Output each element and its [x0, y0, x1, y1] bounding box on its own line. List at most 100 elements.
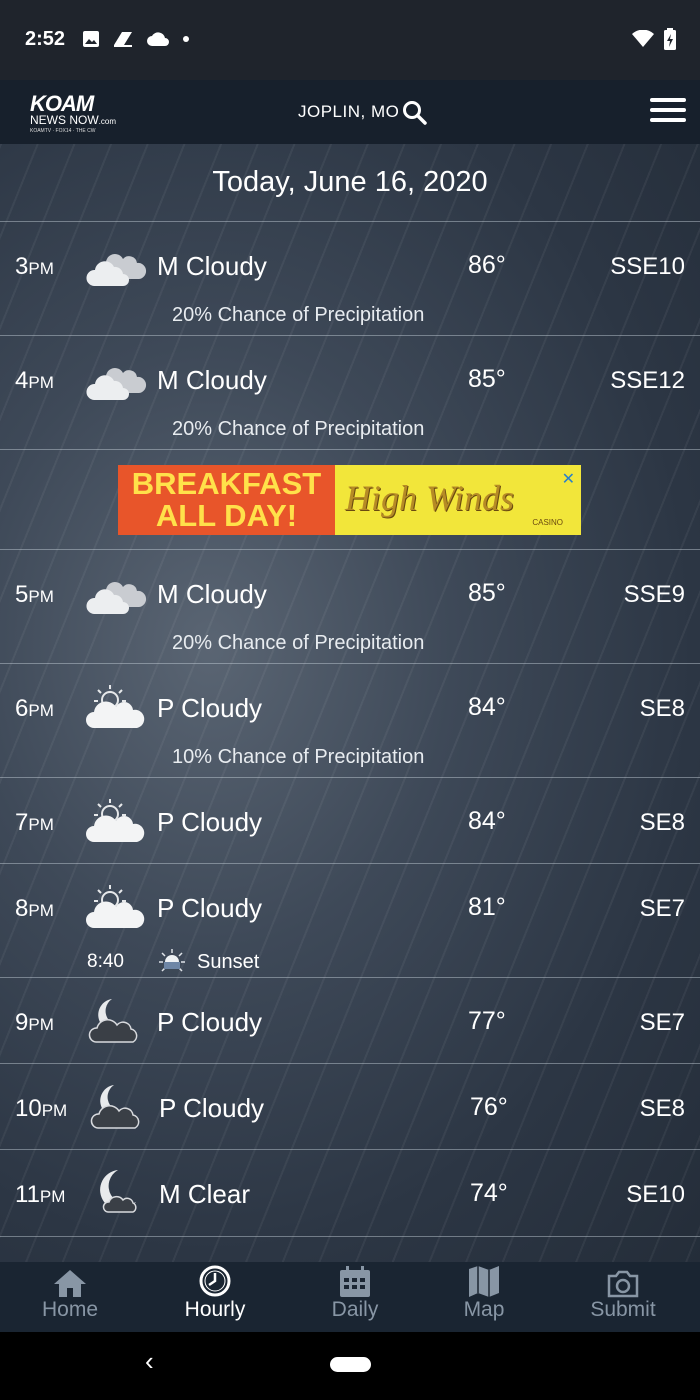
condition-label: P Cloudy — [157, 1007, 263, 1037]
precipitation-chance: 20% Chance of Precipitation — [172, 304, 425, 326]
condition-label: M Cloudy — [157, 251, 267, 281]
tab-hourly[interactable]: Hourly — [165, 1262, 265, 1332]
condition-label: P Cloudy — [157, 893, 263, 923]
back-icon[interactable]: ‹ — [145, 1346, 154, 1377]
hourly-row[interactable]: 11PM M Clear 74° SE10 — [0, 1149, 700, 1237]
search-icon[interactable] — [402, 100, 428, 126]
wind-label: SSE10 — [610, 253, 685, 280]
temperature: 85° — [468, 579, 506, 607]
hour-label: 11PM — [15, 1181, 66, 1208]
calendar-icon — [340, 1266, 370, 1297]
condition-label: M Cloudy — [157, 579, 267, 609]
battery-icon — [664, 28, 676, 50]
partly-cloudy-night-icon — [86, 996, 148, 1044]
logo-tagline: KOAMTV · FOX14 · THE CW — [30, 128, 96, 134]
logo-text: KOAM — [30, 91, 94, 116]
wind-label: SE7 — [639, 895, 685, 922]
sunset-time: 8:40 — [87, 951, 124, 972]
koam-logo[interactable]: KOAM NEWS NOW.com KOAMTV · FOX14 · THE C… — [30, 91, 118, 135]
tab-label: Hourly — [184, 1298, 246, 1321]
ad-brand-panel: High Winds CASINO ✕ — [335, 465, 581, 535]
temperature: 81° — [468, 893, 506, 921]
advertisement-banner[interactable]: BREAKFAST ALL DAY! High Winds CASINO ✕ — [118, 465, 581, 535]
hour-label: 8PM — [15, 895, 54, 922]
sunset-icon — [159, 949, 185, 972]
hourly-row[interactable]: 10PM P Cloudy 76° SE8 — [0, 1063, 700, 1150]
system-icons — [632, 28, 676, 50]
condition-label: M Cloudy — [157, 365, 267, 395]
hour-label: 4PM — [15, 367, 54, 394]
partly-cloudy-night-icon — [88, 1082, 150, 1130]
wind-label: SE10 — [626, 1181, 685, 1208]
temperature: 74° — [470, 1179, 508, 1207]
wind-label: SSE12 — [610, 367, 685, 394]
temperature: 86° — [468, 251, 506, 279]
image-notification-icon — [83, 31, 99, 47]
wind-label: SE7 — [639, 1009, 685, 1036]
ad-close-icon[interactable]: ✕ — [562, 469, 575, 489]
condition-label: P Cloudy — [159, 1093, 265, 1123]
mostly-cloudy-icon — [86, 570, 148, 618]
page-title: Today, June 16, 2020 — [212, 166, 488, 198]
map-icon — [469, 1266, 499, 1297]
ad-breakfast-text: BREAKFAST ALL DAY! — [118, 465, 335, 535]
hourly-row[interactable]: 9PM P Cloudy 77° SE7 — [0, 977, 700, 1064]
tab-submit[interactable]: Submit — [573, 1262, 673, 1332]
news-app-notification-icon — [114, 32, 132, 47]
home-gesture-pill[interactable] — [330, 1357, 371, 1372]
temperature: 84° — [468, 693, 506, 721]
hamburger-menu-icon[interactable] — [650, 98, 686, 124]
temperature: 77° — [468, 1007, 506, 1035]
temperature: 84° — [468, 807, 506, 835]
precipitation-chance: 20% Chance of Precipitation — [172, 632, 425, 654]
hour-label: 7PM — [15, 809, 54, 836]
status-bar: 2:52 — [0, 0, 700, 80]
hourly-row[interactable]: 3PM M Cloudy 86° SSE10 20% Chance of Pre… — [0, 221, 700, 336]
status-time: 2:52 — [25, 28, 66, 50]
hourly-row[interactable]: 4PM M Cloudy 85° SSE12 20% Chance of Pre… — [0, 335, 700, 450]
tab-home[interactable]: Home — [20, 1262, 120, 1332]
hour-label: 3PM — [15, 253, 54, 280]
partly-cloudy-day-icon — [86, 684, 148, 732]
hour-label: 5PM — [15, 581, 54, 608]
precipitation-chance: 20% Chance of Precipitation — [172, 418, 425, 440]
sunset-label: Sunset — [197, 951, 260, 973]
condition-label: P Cloudy — [157, 807, 263, 837]
home-icon — [54, 1270, 86, 1297]
hour-label: 6PM — [15, 695, 54, 722]
tab-label: Map — [463, 1298, 505, 1321]
mostly-clear-night-icon — [88, 1168, 150, 1216]
temperature: 85° — [468, 365, 506, 393]
ad-brand-sub: CASINO — [532, 518, 563, 527]
bottom-tab-bar: Home Hourly Daily Map Submit — [0, 1262, 700, 1332]
notification-icons — [82, 30, 190, 48]
condition-label: M Clear — [159, 1179, 251, 1209]
tab-label: Submit — [590, 1298, 656, 1321]
hour-label: 10PM — [15, 1095, 68, 1122]
cloud-notification-icon — [147, 32, 169, 46]
tab-map[interactable]: Map — [434, 1262, 534, 1332]
location-label[interactable]: JOPLIN, MO — [298, 102, 399, 122]
condition-label: P Cloudy — [157, 693, 263, 723]
hourly-row[interactable]: 8PM P Cloudy 81° SE7 8:40 Sunset — [0, 863, 700, 978]
wind-label: SE8 — [639, 809, 685, 836]
hourly-row[interactable]: 6PM P Cloudy 84° SE8 10% Chance of Preci… — [0, 663, 700, 778]
tab-daily[interactable]: Daily — [305, 1262, 405, 1332]
logo-subtitle: NEWS NOW.com — [30, 113, 117, 127]
hourly-row[interactable]: 7PM P Cloudy 84° SE8 — [0, 777, 700, 864]
wind-label: SE8 — [639, 695, 685, 722]
tab-label: Daily — [331, 1298, 379, 1321]
hourly-row[interactable]: 5PM M Cloudy 85° SSE9 20% Chance of Prec… — [0, 549, 700, 664]
ad-brand: High Winds — [345, 478, 515, 518]
precipitation-chance: 10% Chance of Precipitation — [172, 746, 425, 768]
temperature: 76° — [470, 1093, 508, 1121]
wind-label: SE8 — [639, 1095, 685, 1122]
camera-icon — [607, 1270, 639, 1298]
partly-cloudy-day-icon — [86, 798, 148, 846]
wind-label: SSE9 — [623, 581, 685, 608]
hour-label: 9PM — [15, 1009, 54, 1036]
dot-icon — [183, 36, 189, 42]
mostly-cloudy-icon — [86, 356, 148, 404]
partly-cloudy-day-icon — [86, 884, 148, 932]
clock-icon — [199, 1265, 231, 1297]
